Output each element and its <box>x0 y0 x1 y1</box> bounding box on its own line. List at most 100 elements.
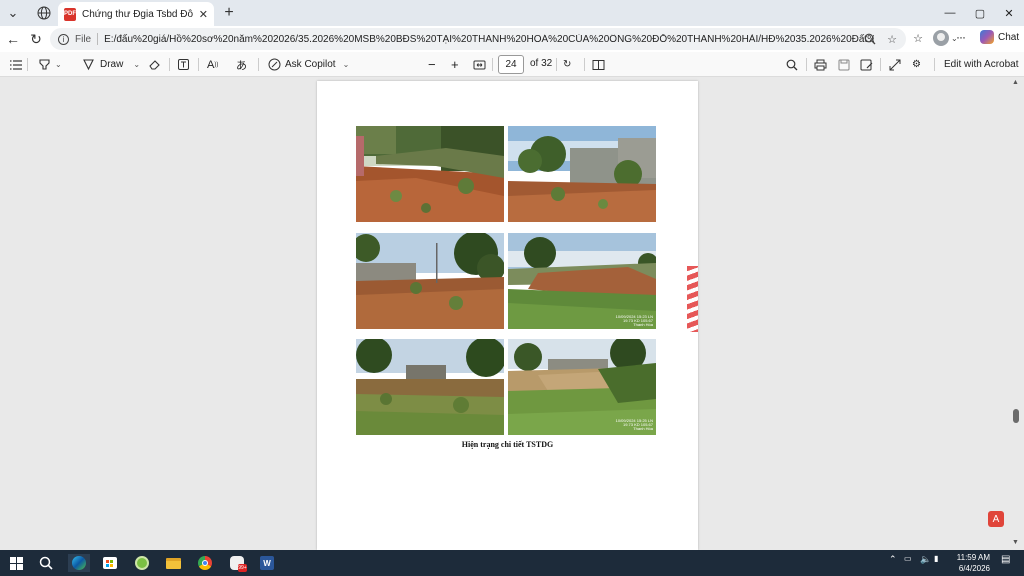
new-tab-button[interactable]: + <box>218 3 240 23</box>
edit-with-acrobat-button[interactable]: Edit with Acrobat <box>944 56 1018 73</box>
translate-icon[interactable]: あ <box>236 56 247 73</box>
fullscreen-icon[interactable] <box>889 56 901 73</box>
url-scheme: File <box>75 33 92 45</box>
fit-page-icon[interactable] <box>473 56 486 73</box>
rotate-icon[interactable]: ↻ <box>563 56 571 73</box>
close-window-button[interactable]: ✕ <box>999 4 1019 22</box>
network-icon[interactable]: ▭ <box>904 554 912 563</box>
app-green-icon[interactable] <box>133 554 151 572</box>
highlight-tool[interactable]: ⌄ <box>36 56 62 73</box>
chrome-icon[interactable] <box>196 554 214 572</box>
copilot-icon <box>980 30 994 44</box>
tab-actions-chevron-icon[interactable]: ⌄ <box>2 3 24 23</box>
photo-timestamp: 10/09/2024 15:23 LN 19.73 KD 105.67 Than… <box>615 314 653 327</box>
pdf-settings-gear-icon[interactable]: ⚙ <box>912 56 921 73</box>
profile-avatar[interactable]: ⌄ <box>933 30 958 46</box>
draw-pen-icon <box>80 57 96 73</box>
site-photo-3 <box>356 233 504 329</box>
divider <box>880 58 881 71</box>
page-number-input[interactable]: 24 <box>498 55 524 74</box>
print-icon[interactable] <box>814 56 827 73</box>
divider <box>27 58 28 71</box>
scroll-down-arrow-icon[interactable]: ▼ <box>1012 539 1019 546</box>
taskbar-search-icon[interactable] <box>37 554 55 572</box>
ask-copilot-button[interactable]: Ask Copilot ⌄ <box>266 56 349 73</box>
read-aloud-icon[interactable]: A)) <box>207 56 218 73</box>
divider <box>934 58 935 71</box>
divider <box>584 58 585 71</box>
pdf-page: 10/09/2024 15:23 LN 19.73 KD 105.67 Than… <box>317 81 698 550</box>
tab-strip: ⌄ PDF Chứng thư Đgia Tsbd Đỗ Thanh Hải ✕… <box>0 0 1024 26</box>
site-photo-2 <box>508 126 656 222</box>
tab-title: Chứng thư Đgia Tsbd Đỗ Thanh Hải <box>82 8 195 20</box>
windows-taskbar: 99+ W ⌃ ▭ 🔈 ▮ 11:59 AM 6/4/2026 ▤ <box>0 550 1024 576</box>
divider <box>492 58 493 71</box>
taskbar-clock[interactable]: 11:59 AM 6/4/2026 <box>948 552 990 574</box>
chat-label: Chat <box>998 31 1020 43</box>
vertical-scrollbar-thumb[interactable] <box>1013 409 1019 423</box>
file-explorer-icon[interactable] <box>164 554 182 572</box>
chevron-down-icon: ⌄ <box>133 60 141 69</box>
store-icon[interactable] <box>101 554 119 572</box>
zoom-in-button[interactable]: + <box>451 56 459 73</box>
tray-overflow-icon[interactable]: ⌃ <box>889 554 897 565</box>
red-seal-stamp <box>687 266 698 332</box>
pdf-toolbar: ⌄ Draw ⌄ A)) あ Ask Copilot ⌄ − + 24 of 3… <box>0 52 1024 77</box>
photo-timestamp: 10/09/2024 15:25 LN 19.73 KD 105.67 Than… <box>615 418 653 431</box>
chevron-down-icon: ⌄ <box>342 60 350 69</box>
save-as-icon[interactable] <box>860 56 873 73</box>
address-bar[interactable]: i File E:/đấu%20giá/Hồ%20sơ%20năm%202026… <box>50 28 906 50</box>
page-count: of 32 <box>530 58 553 69</box>
draw-tool[interactable]: Draw ⌄ <box>80 56 140 73</box>
url-text[interactable]: E:/đấu%20giá/Hồ%20sơ%20năm%202026/35.202… <box>104 34 874 45</box>
divider <box>806 58 807 71</box>
start-windows-icon[interactable] <box>7 554 25 572</box>
refresh-icon[interactable]: ↻ <box>27 30 45 48</box>
zoom-out-button[interactable]: − <box>428 56 436 73</box>
photo-caption: Hiện trạng chi tiết TSTDG <box>461 440 554 449</box>
acrobat-icon[interactable]: A <box>988 511 1004 527</box>
notification-badge: 99+ <box>238 564 247 572</box>
word-icon[interactable]: W <box>258 554 276 572</box>
copilot-outline-icon <box>266 57 282 73</box>
site-photo-6: 10/09/2024 15:25 LN 19.73 KD 105.67 Than… <box>508 339 656 435</box>
divider <box>556 58 557 71</box>
tab-close-icon[interactable]: ✕ <box>199 8 208 21</box>
battery-icon[interactable]: ▮ <box>934 554 938 563</box>
eraser-icon[interactable] <box>148 56 161 73</box>
save-icon[interactable] <box>838 56 850 73</box>
text-box-icon[interactable] <box>177 56 190 73</box>
site-photo-1 <box>356 126 504 222</box>
draw-label: Draw <box>100 59 124 70</box>
ask-copilot-label: Ask Copilot <box>285 59 336 70</box>
site-photo-5 <box>356 339 504 435</box>
edge-browser-icon[interactable] <box>68 554 90 572</box>
maximize-button[interactable]: ▢ <box>970 4 990 22</box>
copilot-chat-button[interactable]: Chat <box>980 30 1019 44</box>
divider <box>198 58 199 71</box>
contents-list-icon[interactable] <box>9 56 23 73</box>
notifications-icon[interactable]: ▤ <box>1001 554 1010 565</box>
chat-app-icon[interactable]: 99+ <box>228 554 247 572</box>
scroll-up-arrow-icon[interactable]: ▲ <box>1012 79 1019 86</box>
back-arrow-icon[interactable]: ← <box>4 30 22 48</box>
settings-more-icon[interactable]: ··· <box>956 30 966 44</box>
favorites-list-icon[interactable]: ☆ <box>910 30 926 46</box>
highlighter-icon <box>36 57 52 73</box>
address-bar-row: ← ↻ i File E:/đấu%20giá/Hồ%20sơ%20năm%20… <box>0 26 1024 52</box>
clock-date: 6/4/2026 <box>958 564 990 573</box>
site-photo-4: 10/09/2024 15:23 LN 19.73 KD 105.67 Than… <box>508 233 656 329</box>
favorite-star-icon[interactable]: ☆ <box>884 30 900 48</box>
site-info-icon[interactable]: i <box>58 33 69 45</box>
minimize-button[interactable]: — <box>940 4 960 22</box>
workspaces-globe-icon[interactable] <box>33 3 55 23</box>
search-icon[interactable] <box>786 56 798 73</box>
zoom-search-icon[interactable] <box>862 30 878 48</box>
clock-time: 11:59 AM <box>956 553 990 562</box>
divider <box>258 58 259 71</box>
pdf-viewer[interactable]: 10/09/2024 15:23 LN 19.73 KD 105.67 Than… <box>0 77 1024 550</box>
page-view-icon[interactable] <box>592 56 605 73</box>
volume-icon[interactable]: 🔈 <box>920 554 931 565</box>
tab-pdf-document[interactable]: PDF Chứng thư Đgia Tsbd Đỗ Thanh Hải ✕ <box>58 2 214 26</box>
pdf-file-icon: PDF <box>64 7 76 21</box>
